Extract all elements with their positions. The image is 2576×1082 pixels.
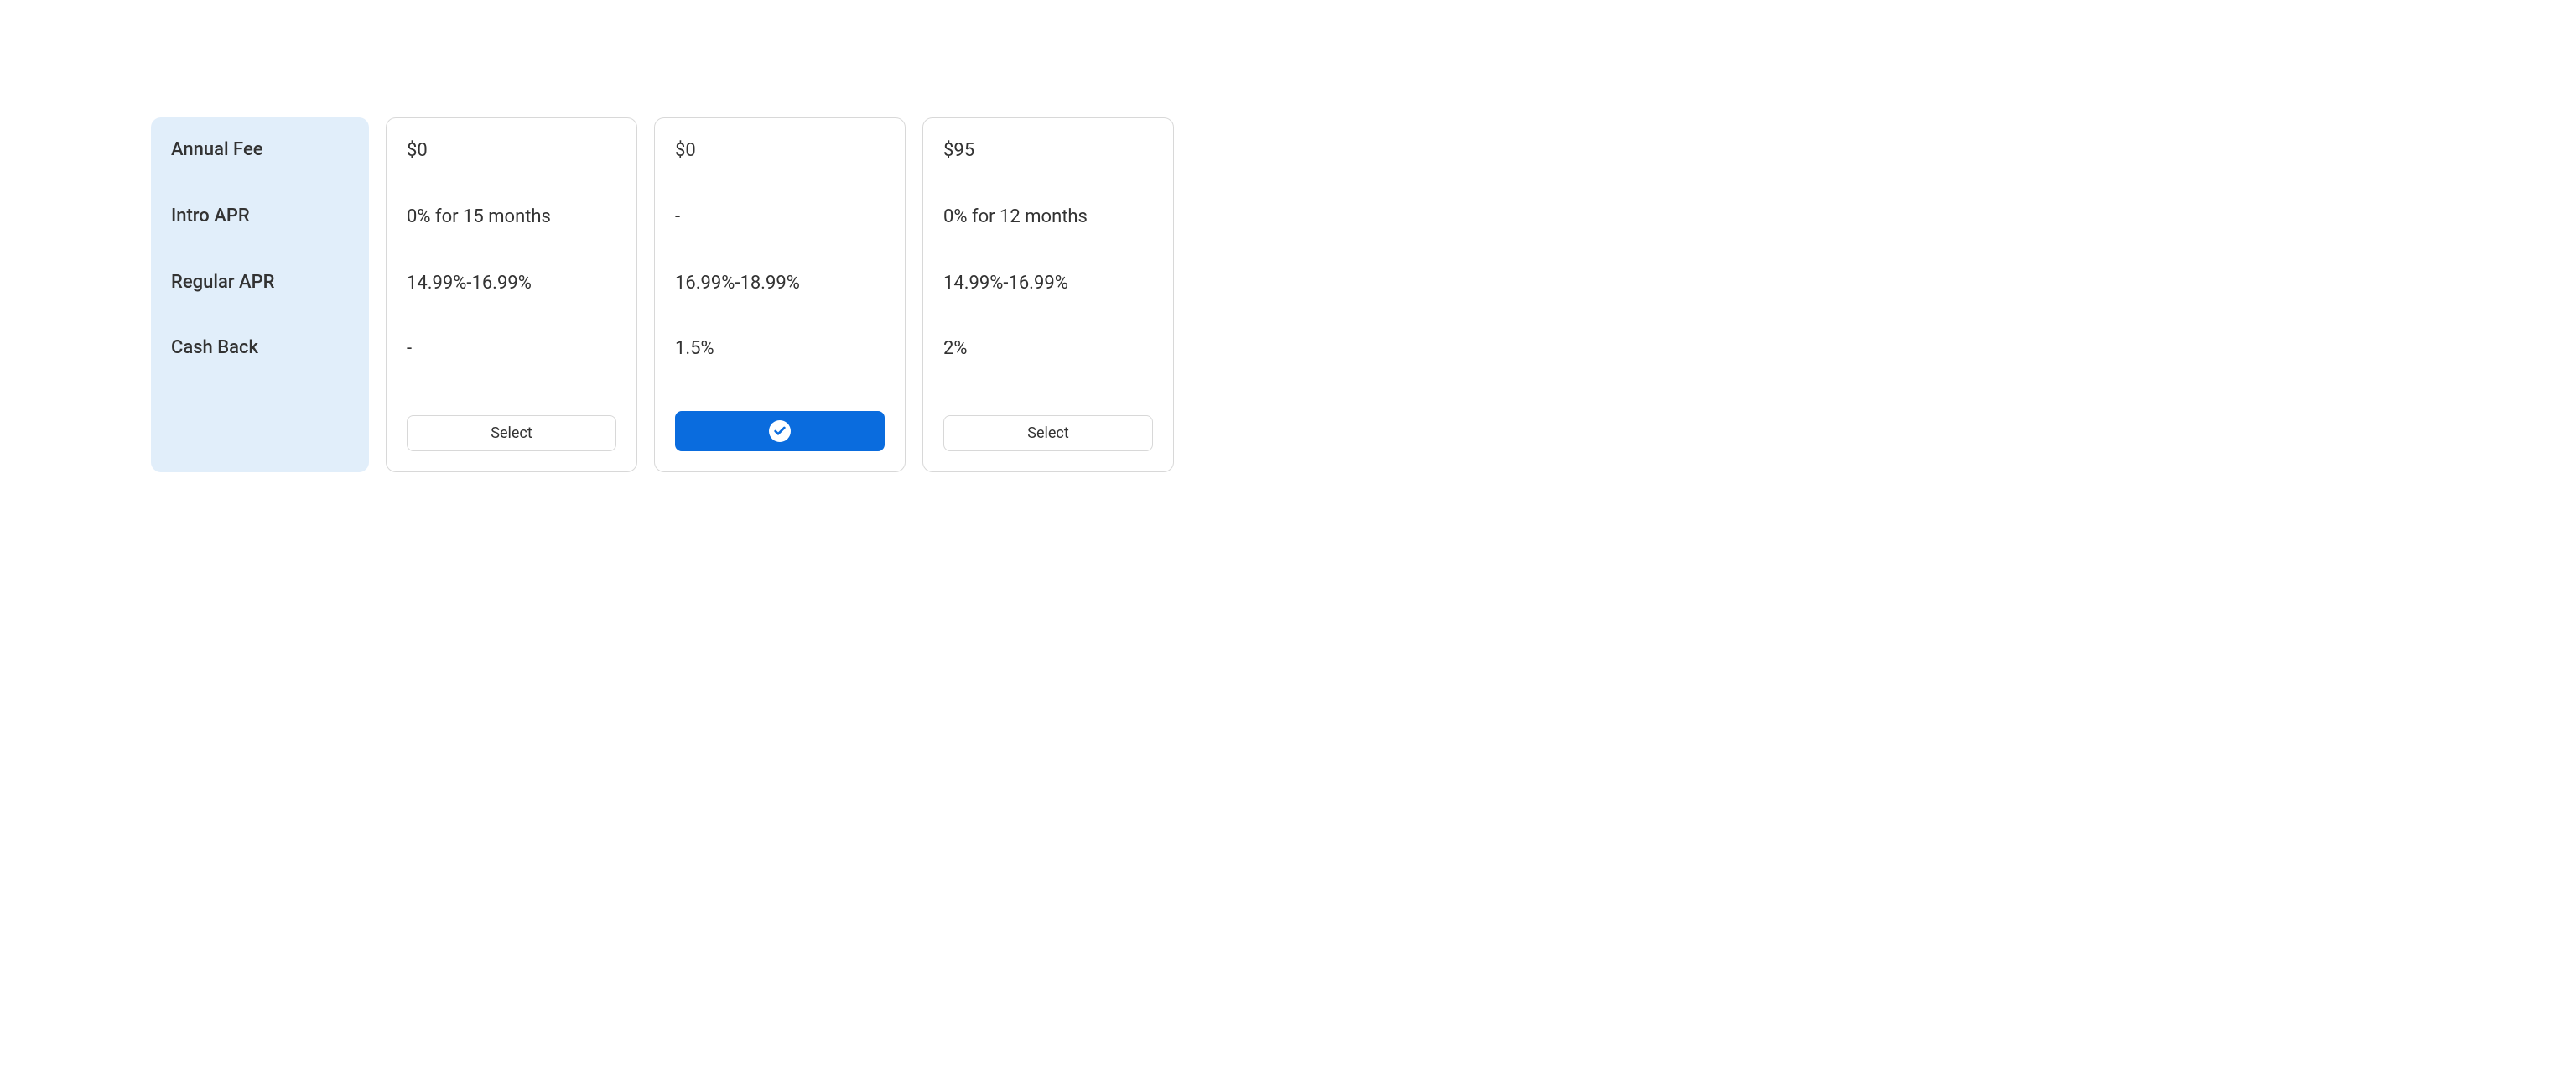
card-1-cash-back: 1.5% [675, 336, 885, 362]
label-intro-apr: Intro APR [171, 204, 349, 230]
card-0-select-button[interactable]: Select [407, 415, 616, 451]
card-1-selected-button[interactable] [675, 411, 885, 451]
card-0-cash-back: - [407, 336, 616, 362]
card-1-annual-fee: $0 [675, 138, 885, 164]
card-1-button-wrapper [675, 403, 885, 451]
card-2-annual-fee: $95 [943, 138, 1153, 164]
card-2: $95 0% for 12 months 14.99%-16.99% 2% Se… [922, 117, 1174, 472]
card-2-cash-back: 2% [943, 336, 1153, 362]
card-0-button-wrapper: Select [407, 407, 616, 451]
card-0-regular-apr: 14.99%-16.99% [407, 271, 616, 297]
card-1-regular-apr: 16.99%-18.99% [675, 271, 885, 297]
comparison-container: Annual Fee Intro APR Regular APR Cash Ba… [151, 117, 2425, 472]
card-2-select-button[interactable]: Select [943, 415, 1153, 451]
card-0-intro-apr: 0% for 15 months [407, 205, 616, 231]
card-2-regular-apr: 14.99%-16.99% [943, 271, 1153, 297]
label-regular-apr: Regular APR [171, 270, 349, 296]
card-1: $0 - 16.99%-18.99% 1.5% [654, 117, 906, 472]
card-2-button-wrapper: Select [943, 407, 1153, 451]
card-1-intro-apr: - [675, 205, 885, 231]
card-0: $0 0% for 15 months 14.99%-16.99% - Sele… [386, 117, 637, 472]
check-circle-icon [769, 420, 791, 442]
label-cash-back: Cash Back [171, 336, 349, 362]
card-0-annual-fee: $0 [407, 138, 616, 164]
labels-column: Annual Fee Intro APR Regular APR Cash Ba… [151, 117, 369, 472]
label-annual-fee: Annual Fee [171, 138, 349, 164]
card-2-intro-apr: 0% for 12 months [943, 205, 1153, 231]
